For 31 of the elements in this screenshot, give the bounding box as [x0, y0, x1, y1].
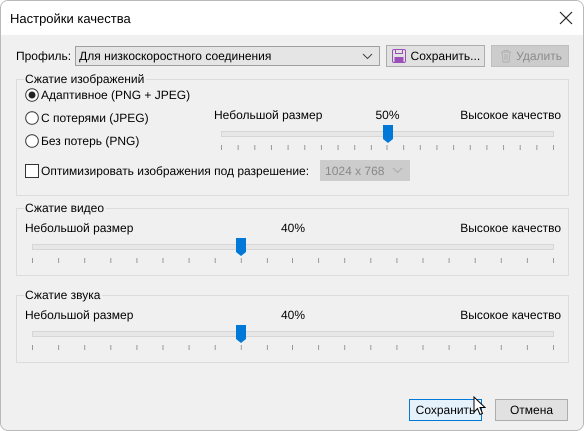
cursor-icon	[473, 396, 486, 416]
dialog-button[interactable]: Отмена	[495, 399, 568, 421]
radio-option[interactable]: Без потерь (PNG)	[25, 134, 200, 148]
group-title: Сжатие видео	[24, 201, 106, 215]
chevron-icon	[362, 52, 373, 60]
max-label: Высокое качество	[460, 308, 561, 322]
min-label: Небольшой размер	[25, 221, 134, 235]
radio-button[interactable]	[25, 88, 39, 102]
value-label: 40%	[280, 221, 306, 235]
value-label: 40%	[280, 308, 306, 322]
radio-option[interactable]: Адаптивное (PNG + JPEG)	[25, 88, 200, 102]
radio-option[interactable]: С потерями (JPEG)	[25, 111, 200, 125]
min-label: Небольшой размер	[25, 308, 134, 322]
profile-label: Профиль:	[16, 49, 72, 63]
min-label: Небольшой размер	[214, 108, 322, 122]
slider-thumb[interactable]	[235, 324, 247, 344]
close-icon[interactable]	[559, 11, 573, 25]
trash-icon	[500, 49, 512, 63]
slider-thumb[interactable]	[382, 124, 394, 144]
max-label: Высокое качество	[460, 108, 561, 122]
save-profile-button[interactable]: Сохранить...	[386, 45, 486, 67]
slider-thumb[interactable]	[235, 237, 247, 257]
radio-button[interactable]	[25, 111, 39, 125]
window-title: Настройки качества	[10, 10, 131, 26]
chevron-icon	[392, 167, 404, 174]
group-title: Сжатие изображений	[24, 72, 146, 86]
radio-button[interactable]	[25, 134, 39, 148]
group-title: Сжатие звука	[24, 288, 102, 302]
profile-dropdown[interactable]: Для низкоскоростного соединения	[75, 46, 380, 66]
value-label: 50%	[375, 108, 400, 122]
max-label: Высокое качество	[460, 221, 561, 235]
